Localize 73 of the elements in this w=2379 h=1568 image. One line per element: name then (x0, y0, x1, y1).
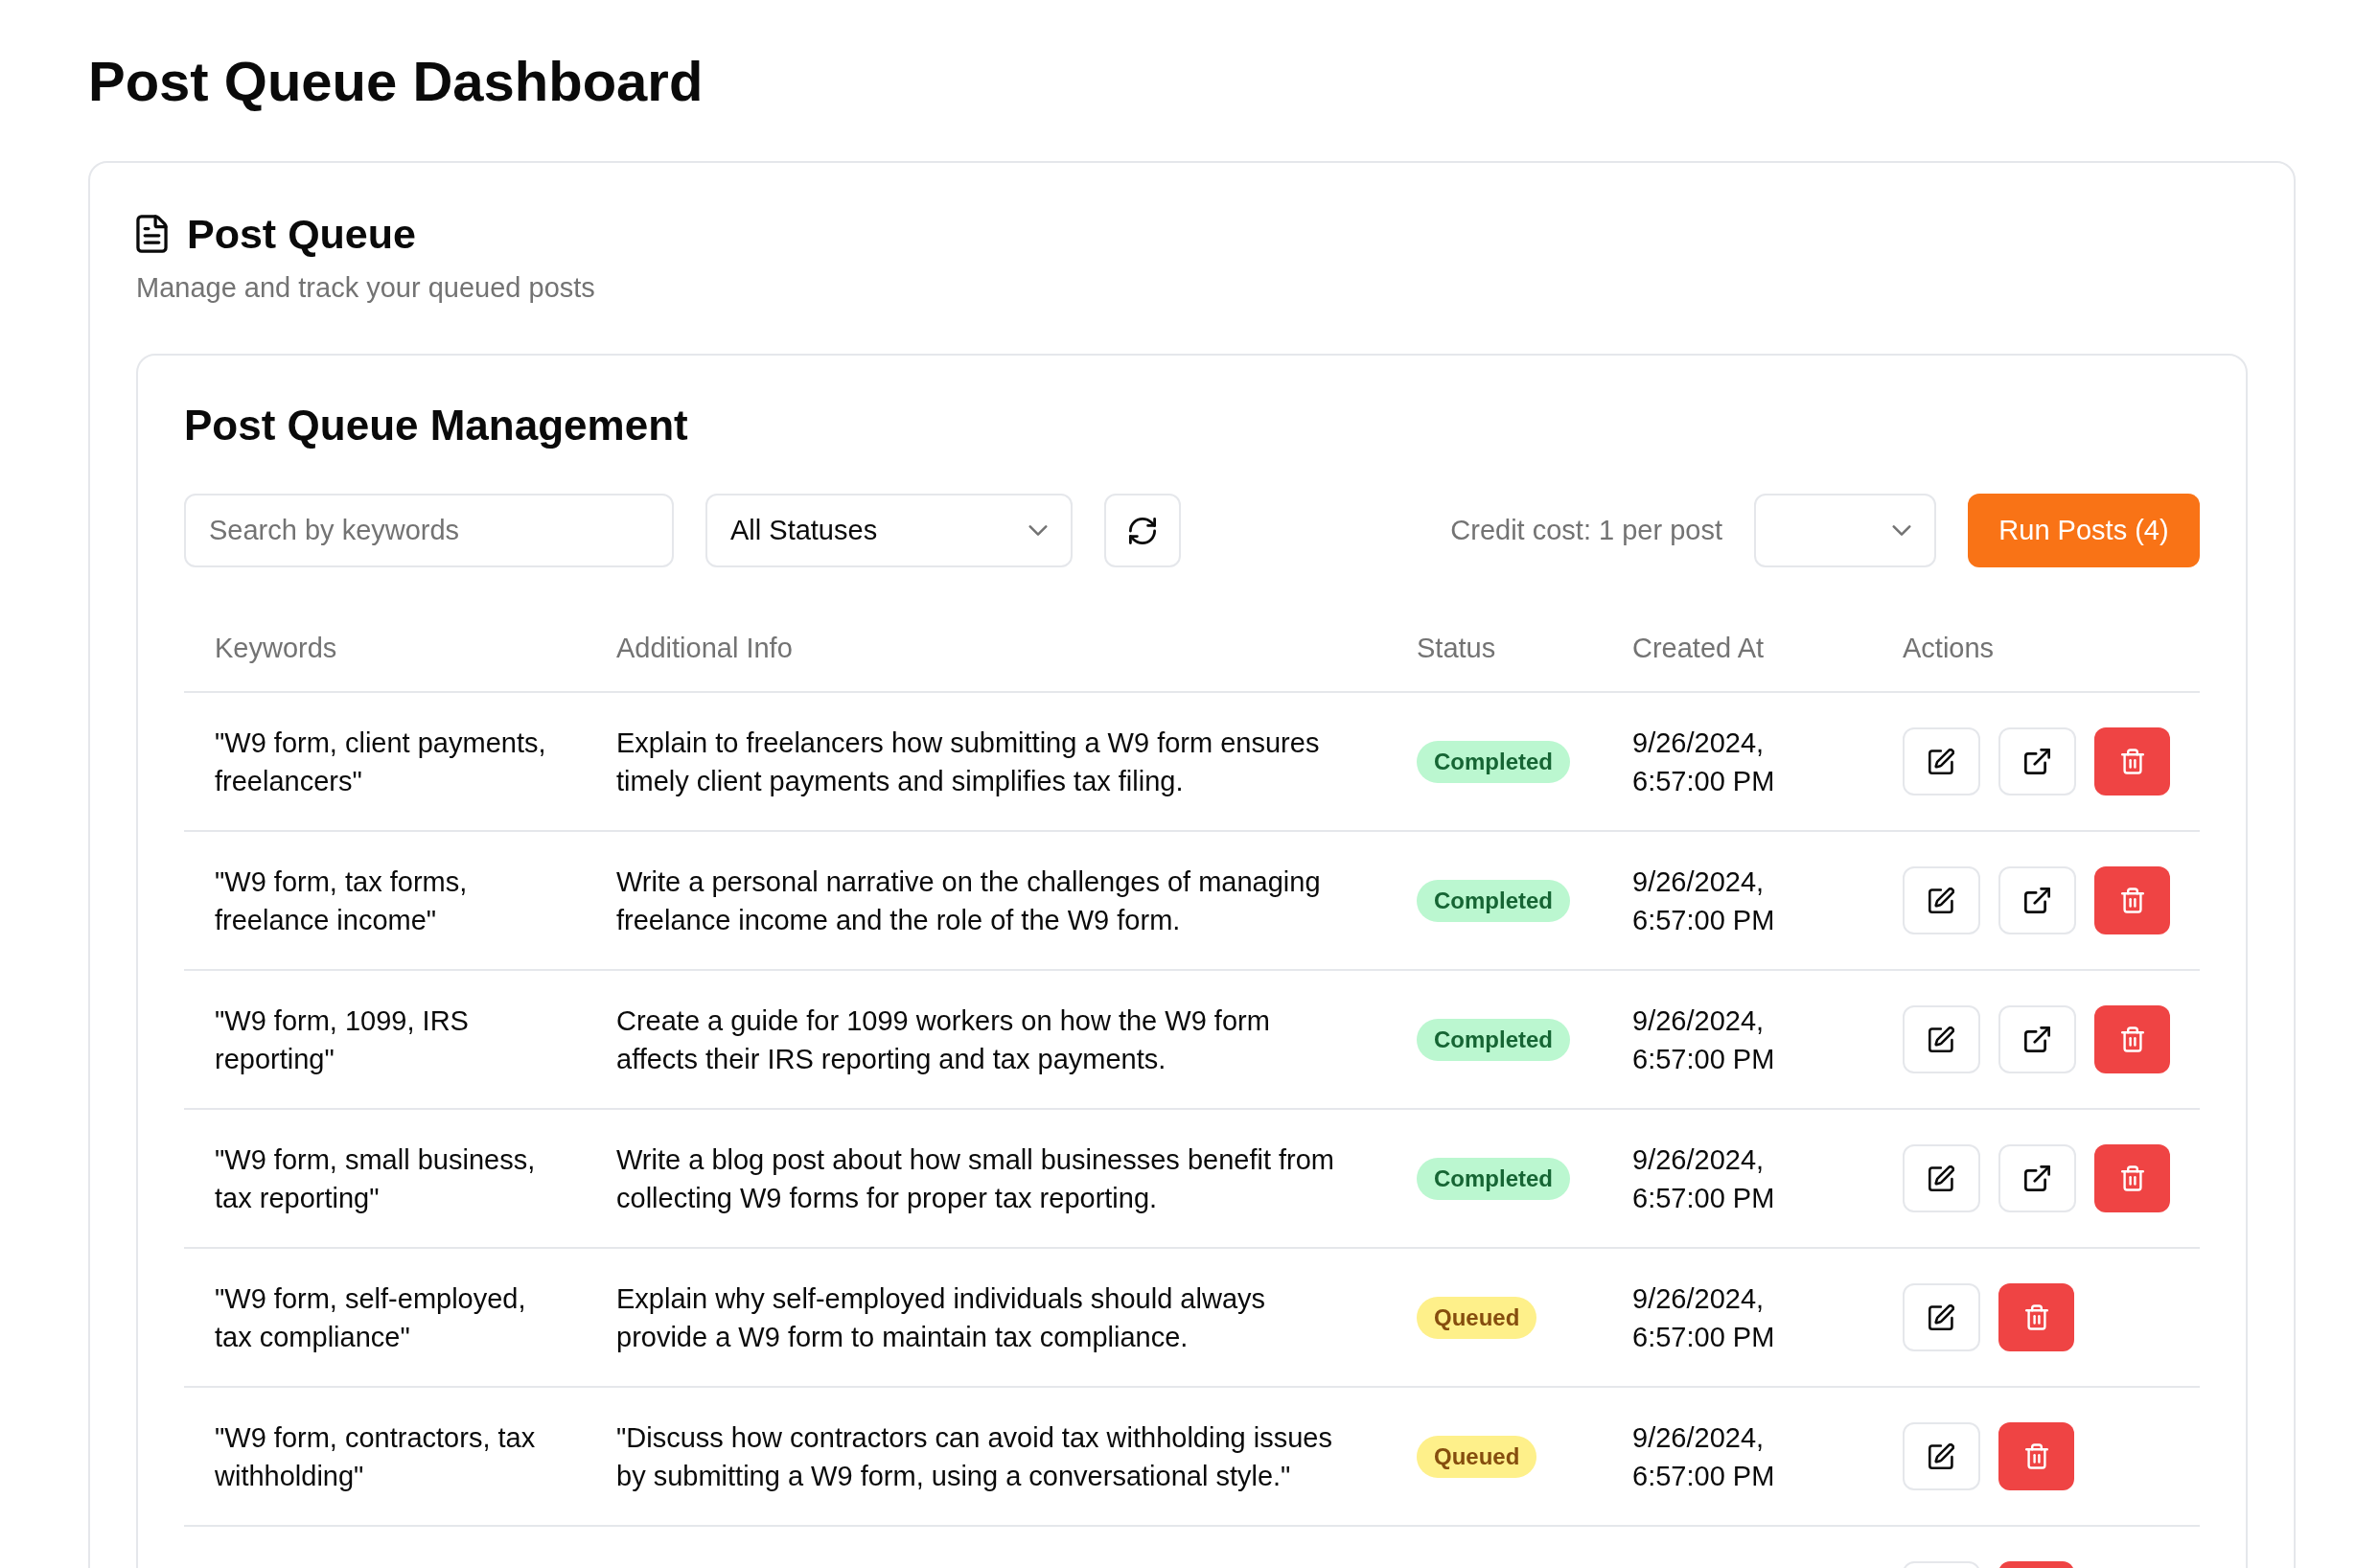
created-at-text: 9/26/2024, 6:57:00 PM (1632, 865, 1776, 937)
document-icon (136, 215, 168, 253)
open-link-button[interactable] (1998, 1005, 2076, 1073)
keywords-text: "W9 form, 1099, IRS reporting" (215, 1003, 470, 1076)
edit-button[interactable] (1903, 1005, 1980, 1073)
column-header: Status (1417, 632, 1496, 663)
keywords-text: "W9 form, self-employed, tax compliance" (215, 1281, 527, 1354)
edit-button[interactable] (1903, 1283, 1980, 1351)
open-link-button[interactable] (1998, 866, 2076, 934)
status-badge: Completed (1417, 879, 1570, 922)
search-field[interactable]: Search by keywords (184, 494, 674, 567)
keywords-text: "W9 form, contractors, tax withholding" (215, 1420, 537, 1493)
trash-icon (2120, 1165, 2144, 1191)
keywords-text: "W9 form, small business, tax reporting" (215, 1142, 537, 1215)
refresh-button[interactable] (1104, 494, 1181, 567)
edit-icon (1929, 1165, 1954, 1191)
keywords-text: "W9 form, tax forms, freelance income" (215, 865, 469, 937)
status-badge: Completed (1417, 740, 1570, 783)
status-filter-dropdown[interactable]: All Statuses (705, 494, 1073, 567)
additional-info-text: Explain to freelancers how submitting a W9 form ensures timely client payments and simplifies tax filing. (616, 726, 1321, 798)
created-at-text: 9/26/2024, 6:57:00 PM (1632, 1420, 1776, 1493)
additional-info-text: "Discuss how contractors can avoid tax withholding issues by submitting a W9 form, using a conversational style." (616, 1420, 1333, 1493)
trash-icon (2120, 888, 2144, 913)
keywords-text: "W9 form, client payments, freelancers" (215, 726, 547, 798)
edit-icon (1929, 888, 1954, 913)
chevron-down-icon (1028, 525, 1048, 536)
credit-cost-text: Credit cost: 1 per post (1450, 513, 1722, 547)
panel-title: Post Queue Management (184, 401, 688, 450)
external-link-icon (2024, 888, 2050, 913)
trash-icon (2120, 749, 2144, 774)
column-header: Additional Info (616, 632, 793, 663)
delete-button[interactable] (2094, 1144, 2170, 1212)
external-link-icon (2024, 749, 2050, 774)
created-at-text: 9/26/2024, 6:57:00 PM (1632, 726, 1776, 798)
additional-info-text: Write a blog post about how small businesses benefit from collecting W9 forms for proper tax reporting. (616, 1142, 1335, 1215)
status-badge: Completed (1417, 1018, 1570, 1061)
status-badge: Queued (1417, 1435, 1537, 1478)
edit-button[interactable] (1903, 1422, 1980, 1490)
additional-info-text: Explain why self-employed individuals should always provide a W9 form to maintain tax compliance. (616, 1281, 1266, 1354)
delete-button[interactable] (2094, 1005, 2170, 1073)
external-link-icon (2024, 1165, 2050, 1191)
trash-icon (2024, 1304, 2048, 1330)
delete-button[interactable] (1998, 1422, 2074, 1490)
edit-icon (1929, 1443, 1954, 1469)
edit-icon (1929, 1304, 1954, 1330)
delete-button[interactable] (1998, 1283, 2074, 1351)
created-at-text: 9/26/2024, 6:57:00 PM (1632, 1142, 1776, 1215)
edit-icon (1929, 1026, 1954, 1052)
edit-icon (1929, 749, 1954, 774)
card-title: Post Queue (187, 210, 416, 259)
status-badge: Queued (1417, 1296, 1537, 1339)
page-title: Post Queue Dashboard (88, 49, 704, 114)
open-link-button[interactable] (1998, 1144, 2076, 1212)
created-at-text: 9/26/2024, 6:57:00 PM (1632, 1003, 1776, 1076)
card-subtitle: Manage and track your queued posts (136, 271, 595, 305)
status-badge: Completed (1417, 1157, 1570, 1200)
delete-button[interactable] (2094, 866, 2170, 934)
external-link-icon (2024, 1026, 2050, 1052)
edit-button[interactable] (1903, 1144, 1980, 1212)
delete-button[interactable] (2094, 727, 2170, 796)
additional-info-text: Create a guide for 1099 workers on how the W9 form affects their IRS reporting and tax payments. (616, 1003, 1271, 1076)
created-at-text: 9/26/2024, 6:57:00 PM (1632, 1281, 1776, 1354)
edit-button[interactable] (1903, 866, 1980, 934)
column-header: Created At (1632, 632, 1765, 663)
chevron-down-icon (1892, 525, 1911, 536)
column-header: Actions (1903, 632, 1995, 663)
trash-icon (2024, 1443, 2048, 1469)
additional-info-text: Write a personal narrative on the challenges of managing freelance income and the role of the W9 form. (616, 865, 1322, 937)
column-header: Keywords (215, 632, 337, 663)
open-link-button[interactable] (1998, 727, 2076, 796)
edit-button[interactable] (1903, 727, 1980, 796)
trash-icon (2120, 1026, 2144, 1052)
refresh-icon (1129, 517, 1156, 544)
